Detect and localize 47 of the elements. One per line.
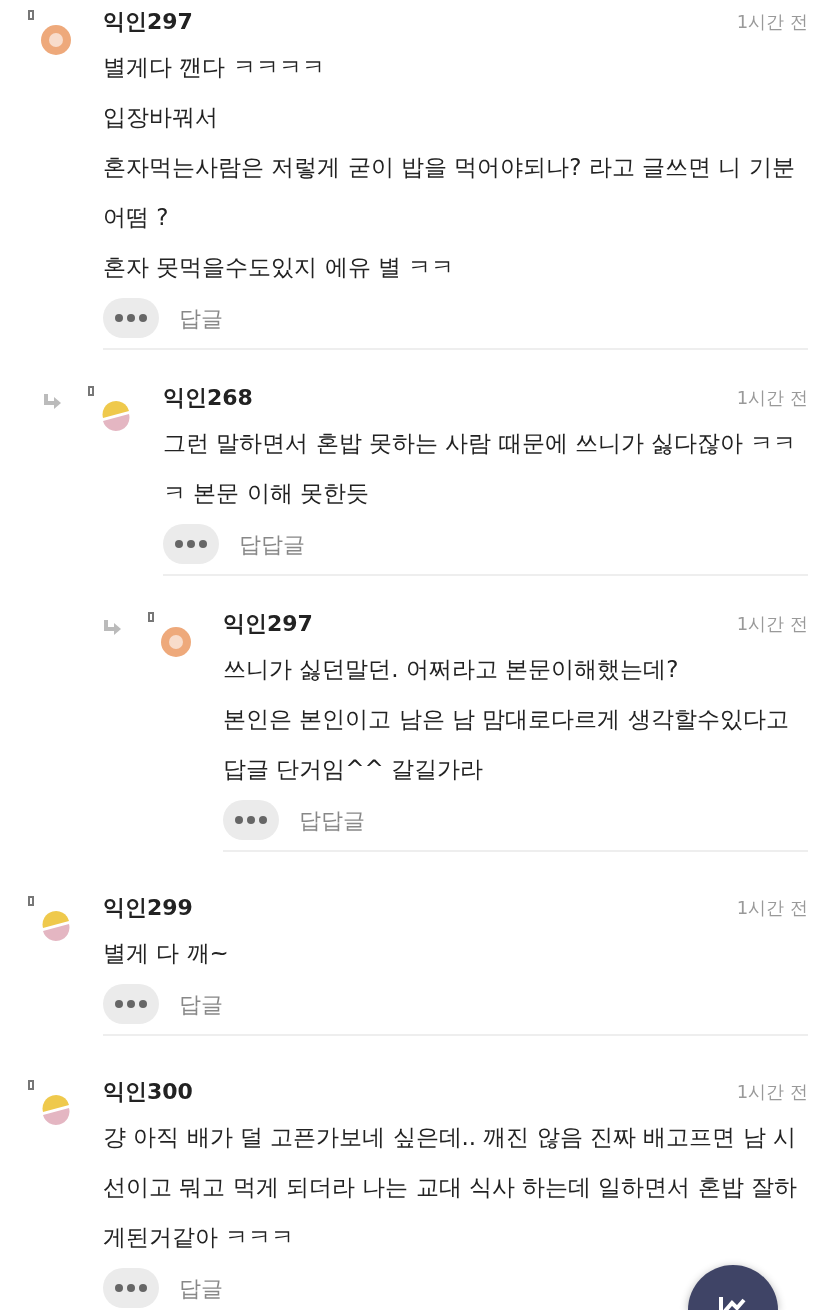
comment-text: 본인은 본인이고 남은 남 맘대로다르게 생각할수있다고 답글 단거임^^ 갈길가라 bbox=[223, 705, 790, 784]
author-name: 익인299 bbox=[103, 893, 193, 922]
floating-button[interactable] bbox=[688, 1265, 778, 1310]
reply-link[interactable]: 답답글 bbox=[239, 527, 305, 561]
comment-text: 쓰니가 싫던말던. 어쩌라고 본문이해했는데? bbox=[223, 655, 680, 684]
comment-text: 별게다 깬다 ㅋㅋㅋㅋ bbox=[103, 53, 326, 82]
reply-link[interactable]: 답답글 bbox=[299, 803, 365, 837]
comment-time: 1시간 전 bbox=[736, 9, 808, 34]
avatar-icon bbox=[40, 24, 72, 56]
more-icon bbox=[115, 1284, 147, 1292]
comment-text: 그런 말하면서 혼밥 못하는 사람 때문에 쓰니가 싫다잖아 ㅋㅋㅋ 본문 이해 못한듯 bbox=[163, 429, 798, 508]
comment-text: 입장바꿔서 bbox=[103, 103, 219, 132]
comment-text: 혼자먹는사람은 저렇게 굳이 밥을 먹어야되나? 라고 글쓰면 니 기분 어떰 ? bbox=[103, 153, 796, 232]
comment-time: 1시간 전 bbox=[736, 895, 808, 920]
broken-image-icon bbox=[148, 612, 154, 622]
comment-time: 1시간 전 bbox=[736, 611, 808, 636]
broken-image-icon bbox=[28, 1080, 34, 1090]
author-name: 익인300 bbox=[103, 1077, 193, 1106]
avatar-icon bbox=[100, 400, 132, 432]
avatar-icon bbox=[160, 626, 192, 658]
broken-image-icon bbox=[28, 10, 34, 20]
more-button[interactable] bbox=[223, 800, 279, 840]
reply-arrow-icon bbox=[42, 394, 62, 410]
author-name: 익인268 bbox=[163, 383, 253, 412]
avatar-icon bbox=[40, 910, 72, 942]
more-button[interactable] bbox=[103, 984, 159, 1024]
comment-text: 별게 다 깨~ bbox=[103, 939, 230, 968]
reply-link[interactable]: 답글 bbox=[179, 987, 223, 1021]
broken-image-icon bbox=[88, 386, 94, 396]
broken-image-icon bbox=[28, 896, 34, 906]
more-icon bbox=[115, 1000, 147, 1008]
reply-link[interactable]: 답글 bbox=[179, 1271, 223, 1305]
reply-link[interactable]: 답글 bbox=[179, 301, 223, 335]
more-button[interactable] bbox=[103, 298, 159, 338]
comment-time: 1시간 전 bbox=[736, 1079, 808, 1104]
comment-time: 1시간 전 bbox=[736, 385, 808, 410]
comment-text: 혼자 못먹을수도있지 에유 별 ㅋㅋ bbox=[103, 253, 456, 282]
comment-text: 걍 아직 배가 덜 고픈가보네 싶은데.. 깨진 않음 진짜 배고프면 남 시선이고 뭐고 먹게 되더라 나는 교대 식사 하는데 일하면서 혼밥 잘하게된거같아 ㅋㅋㅋ bbox=[103, 1123, 799, 1252]
more-icon bbox=[175, 540, 207, 548]
author-name: 익인297 bbox=[223, 609, 313, 638]
more-button[interactable] bbox=[163, 524, 219, 564]
avatar-icon bbox=[40, 1094, 72, 1126]
more-button[interactable] bbox=[103, 1268, 159, 1308]
author-name: 익인297 bbox=[103, 7, 193, 36]
more-icon bbox=[235, 816, 267, 824]
more-icon bbox=[115, 314, 147, 322]
reply-arrow-icon bbox=[102, 620, 122, 636]
